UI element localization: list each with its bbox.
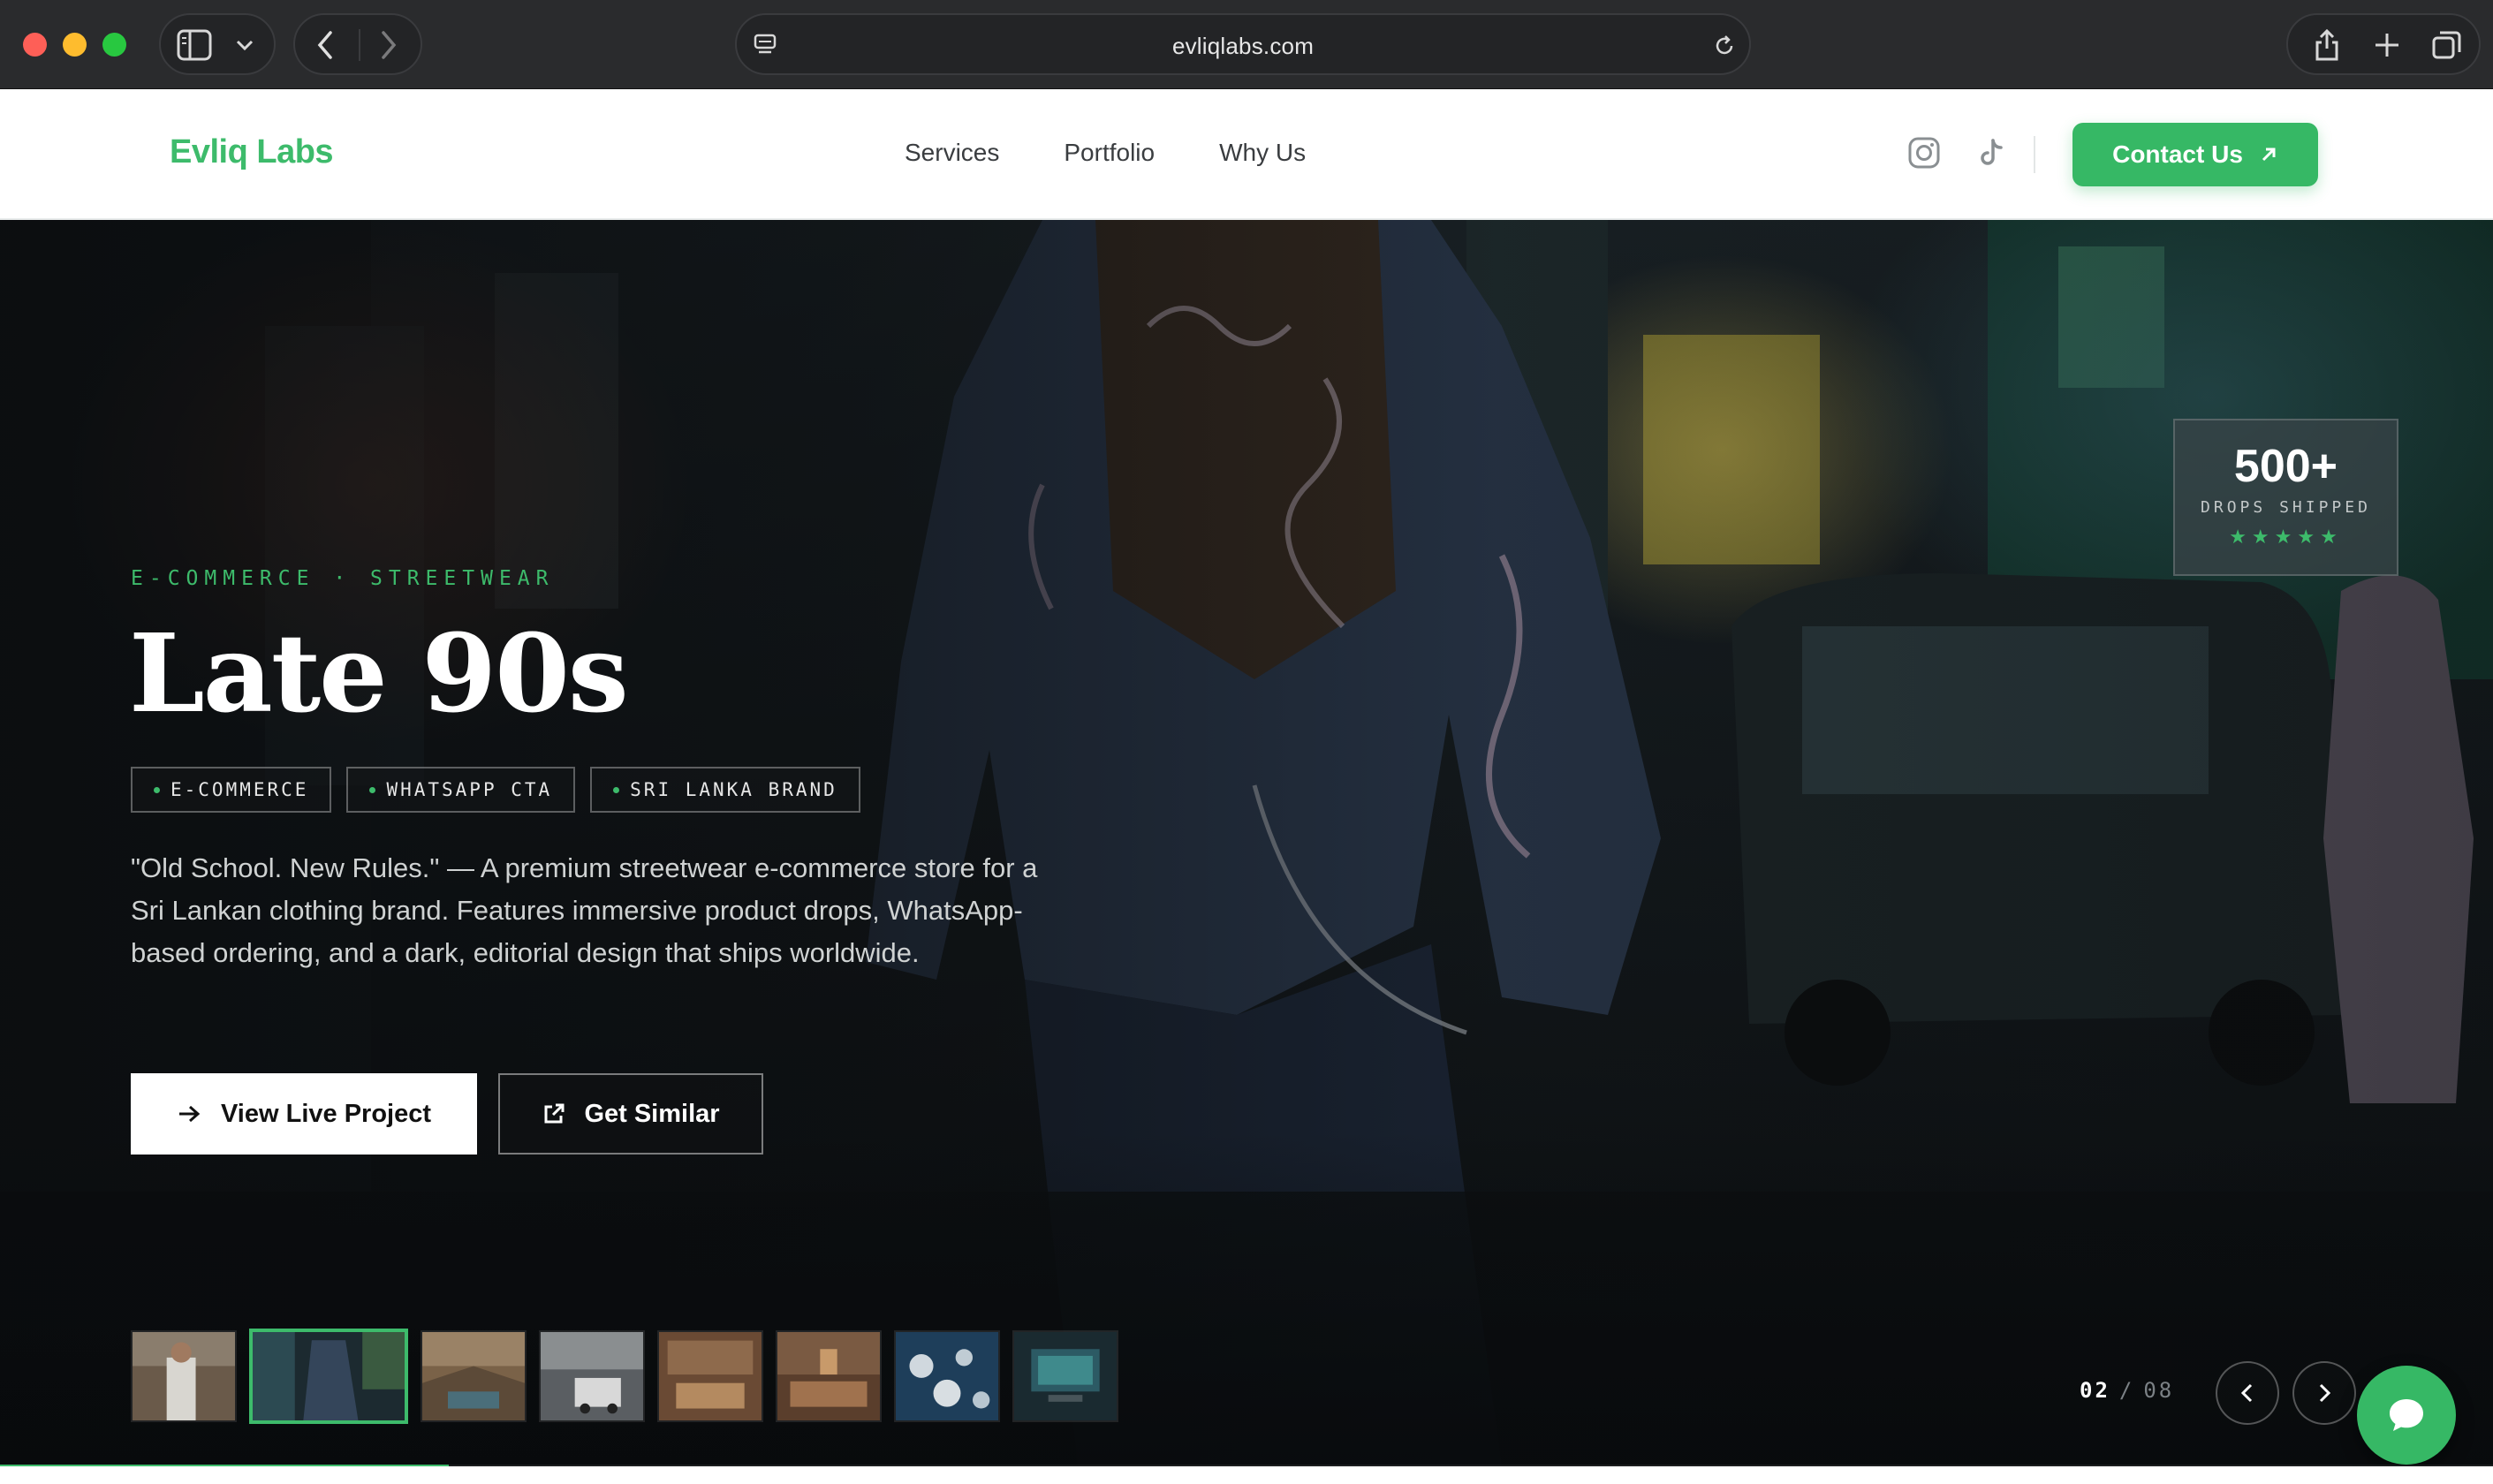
external-link-icon [544, 1103, 565, 1124]
thumbnail-image [896, 1332, 998, 1420]
view-live-project-label: View Live Project [220, 1099, 432, 1128]
chevron-down-icon[interactable] [235, 38, 254, 52]
thumbnail-5[interactable] [657, 1330, 763, 1422]
thumbnail-image [253, 1332, 405, 1420]
tag-label: SRI LANKA BRAND [630, 779, 837, 800]
stat-card: 500+ DROPS SHIPPED ★★★★★ [2173, 419, 2398, 576]
thumbnail-2-active[interactable] [249, 1329, 408, 1424]
share-icon[interactable] [2313, 27, 2341, 63]
get-similar-button[interactable]: Get Similar [498, 1073, 763, 1155]
next-section [0, 1466, 2493, 1484]
slide-separator: / [2118, 1378, 2135, 1403]
thumbnail-3[interactable] [421, 1330, 527, 1422]
sidebar-icon [177, 29, 212, 61]
thumbnail-image [541, 1332, 643, 1420]
chevron-right-icon [2319, 1383, 2331, 1403]
view-live-project-button[interactable]: View Live Project [131, 1073, 477, 1155]
thumbnail-7[interactable] [894, 1330, 1000, 1422]
thumbnail-4[interactable] [539, 1330, 645, 1422]
slide-total: 08 [2143, 1378, 2175, 1403]
nav-portfolio[interactable]: Portfolio [1064, 139, 1155, 167]
forward-icon[interactable] [375, 29, 401, 61]
project-tags: E-COMMERCE WHATSAPP CTA SRI LANKA BRAND [131, 767, 860, 813]
thumbnail-image [1014, 1332, 1117, 1420]
address-bar[interactable]: evliqlabs.com [735, 13, 1751, 75]
contact-us-label: Contact Us [2112, 140, 2243, 168]
back-icon[interactable] [313, 29, 339, 61]
contact-us-button[interactable]: Contact Us [2072, 123, 2318, 186]
thumbnail-1[interactable] [131, 1330, 237, 1422]
slide-current: 02 [2080, 1378, 2110, 1403]
browser-toolbar: evliqlabs.com [0, 0, 2493, 89]
previous-slide-button[interactable] [2216, 1361, 2279, 1425]
sidebar-toggle-button[interactable] [159, 13, 276, 75]
new-tab-icon[interactable] [2373, 31, 2401, 59]
slide-counter: 02 / 08 [2080, 1378, 2174, 1403]
chevron-left-icon [2240, 1383, 2253, 1403]
chat-button[interactable] [2357, 1366, 2456, 1465]
dot-icon [154, 786, 160, 793]
thumbnail-image [133, 1332, 235, 1420]
tag: E-COMMERCE [131, 767, 332, 813]
tag: SRI LANKA BRAND [590, 767, 860, 813]
next-slide-button[interactable] [2292, 1361, 2356, 1425]
dot-icon [369, 786, 376, 793]
thumbnail-6[interactable] [776, 1330, 882, 1422]
tag-label: E-COMMERCE [170, 779, 309, 800]
window-actions [2286, 13, 2481, 75]
project-title: Late 90s [129, 610, 629, 737]
site-header: Evliq Labs Services Portfolio Why Us Con… [0, 89, 2493, 220]
close-window-button[interactable] [23, 33, 47, 57]
thumbnail-image [659, 1332, 762, 1420]
stat-value: 500+ [2233, 441, 2338, 492]
minimize-window-button[interactable] [63, 33, 87, 57]
rating-stars-icon: ★★★★★ [2229, 526, 2343, 548]
tag-label: WHATSAPP CTA [386, 779, 553, 800]
reload-icon[interactable] [1712, 34, 1737, 58]
logo[interactable]: Evliq Labs [170, 133, 334, 171]
thumbnail-8[interactable] [1012, 1330, 1118, 1422]
chat-bubble-icon [2390, 1399, 2423, 1431]
history-navigation [293, 13, 422, 75]
zoom-window-button[interactable] [102, 33, 126, 57]
dot-icon [613, 786, 620, 793]
tiktok-icon[interactable] [1974, 135, 2009, 170]
main-nav: Services Portfolio Why Us [905, 139, 1306, 167]
arrow-right-icon [178, 1105, 201, 1123]
thumbnail-image [777, 1332, 880, 1420]
instagram-icon[interactable] [1906, 135, 1942, 170]
nav-why-us[interactable]: Why Us [1219, 139, 1306, 167]
project-description: "Old School. New Rules." — A premium str… [131, 852, 1038, 968]
thumbnail-image [422, 1332, 525, 1420]
hero-section: E-COMMERCE · STREETWEAR Late 90s E-COMME… [0, 220, 2493, 1466]
nav-services[interactable]: Services [905, 139, 999, 167]
get-similar-label: Get Similar [584, 1099, 720, 1128]
divider [2034, 136, 2035, 173]
arrow-up-right-icon [2262, 148, 2276, 162]
project-category: E-COMMERCE · STREETWEAR [131, 567, 555, 590]
url-text: evliqlabs.com [1171, 33, 1315, 59]
divider [359, 29, 360, 61]
stat-label: DROPS SHIPPED [2201, 498, 2371, 517]
tab-overview-icon[interactable] [2431, 29, 2463, 61]
tag: WHATSAPP CTA [346, 767, 576, 813]
